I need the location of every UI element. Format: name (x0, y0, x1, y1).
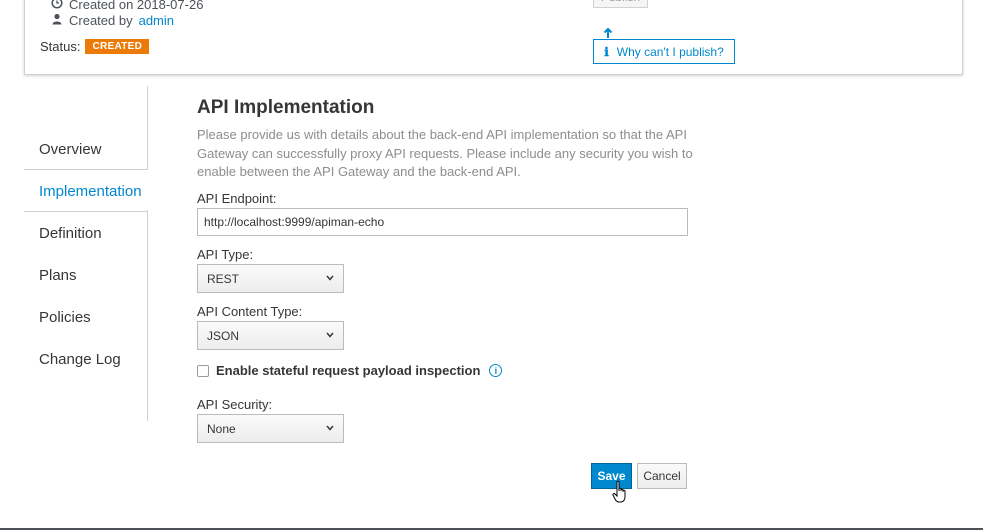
why-cant-publish-button[interactable]: ℹ Why can't I publish? (593, 39, 735, 64)
chevron-down-icon (326, 273, 334, 284)
page-description: Please provide us with details about the… (197, 127, 693, 179)
nav-divider (24, 211, 147, 212)
publish-button[interactable]: Publish (593, 0, 648, 8)
content-type-select[interactable]: JSON (197, 321, 344, 350)
endpoint-input[interactable] (197, 208, 688, 236)
created-on-text: Created on 2018-07-26 (69, 0, 204, 12)
chevron-down-icon (326, 330, 334, 341)
created-by-row: Created by admin (51, 13, 174, 28)
status-label: Status: (40, 39, 81, 54)
stateful-inspection-label: Enable stateful request payload inspecti… (216, 363, 481, 378)
stateful-inspection-row: Enable stateful request payload inspecti… (197, 363, 503, 378)
endpoint-label: API Endpoint: (197, 191, 277, 206)
api-security-label: API Security: (197, 397, 273, 412)
status-row: Status: CREATED (40, 39, 150, 54)
api-type-value: REST (207, 271, 240, 286)
hand-pointer-icon (612, 480, 630, 511)
api-type-select[interactable]: REST (197, 264, 344, 293)
info-circle-icon[interactable]: i (489, 364, 503, 377)
side-nav: Overview Implementation Definition Plans… (24, 86, 148, 421)
created-on-row: Created on 2018-07-26 (51, 0, 203, 12)
nav-item-policies[interactable]: Policies (39, 309, 91, 326)
nav-item-implementation[interactable]: Implementation (39, 183, 142, 200)
api-type-label: API Type: (197, 247, 254, 262)
api-security-value: None (207, 421, 236, 436)
nav-item-plans[interactable]: Plans (39, 267, 77, 284)
status-badge: CREATED (85, 39, 150, 54)
nav-item-overview[interactable]: Overview (39, 141, 102, 158)
why-cant-publish-label: Why can't I publish? (616, 44, 724, 59)
clock-icon (51, 0, 63, 12)
cancel-button[interactable]: Cancel (637, 463, 687, 489)
content-type-label: API Content Type: (197, 304, 303, 319)
info-icon: ℹ (604, 44, 609, 59)
user-icon (51, 13, 63, 28)
created-by-prefix: Created by (69, 13, 133, 28)
content-type-value: JSON (207, 328, 240, 343)
nav-item-change-log[interactable]: Change Log (39, 351, 121, 368)
chevron-down-icon (326, 423, 334, 434)
api-summary-card: Created on 2018-07-26 Created by admin S… (24, 0, 963, 75)
api-security-select[interactable]: None (197, 414, 344, 443)
page-title: API Implementation (197, 97, 375, 118)
stateful-inspection-checkbox[interactable] (197, 364, 209, 377)
created-by-user-link[interactable]: admin (139, 13, 174, 28)
nav-item-definition[interactable]: Definition (39, 225, 102, 242)
